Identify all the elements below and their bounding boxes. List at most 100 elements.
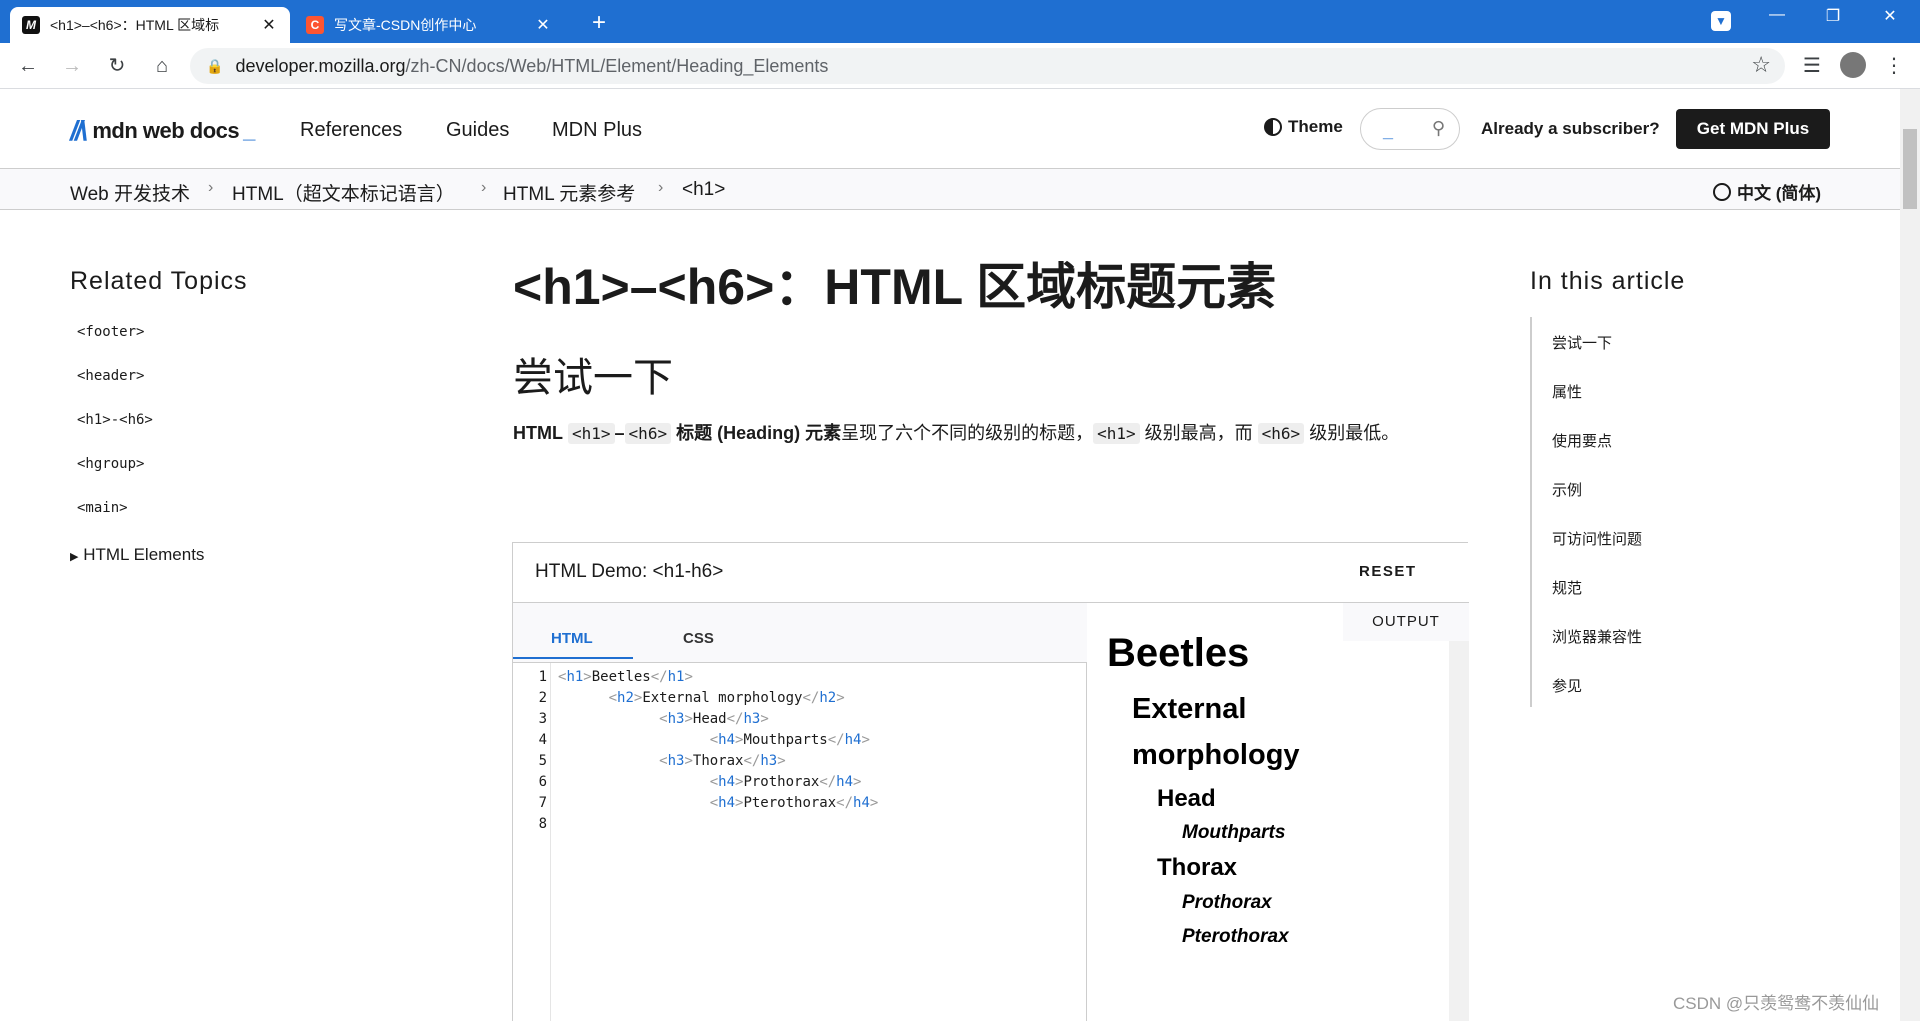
code-h1[interactable]: <h1> — [1093, 423, 1140, 444]
code-text: <h4>Prothorax</h4> — [709, 774, 862, 790]
profile-icon[interactable] — [1840, 52, 1866, 78]
search-icon: ⚲ — [1431, 118, 1445, 138]
code-h6[interactable]: <h6> — [1257, 423, 1305, 444]
close-tab-icon[interactable]: ✕ — [260, 15, 278, 35]
output-h1: Beetles — [1107, 631, 1250, 675]
breadcrumb-item[interactable]: HTML 元素参考 — [503, 179, 635, 206]
toc-item[interactable]: 浏览器兼容性 — [1552, 626, 1642, 647]
sidebar-item-hgroup[interactable]: <hgroup> — [77, 456, 144, 472]
interactive-demo: HTML Demo: <h1-h6> RESET HTML CSS 1 <h1>B… — [512, 542, 1469, 1021]
downloads-icon[interactable]: ▼ — [1711, 11, 1731, 31]
nav-references[interactable]: References — [300, 119, 402, 142]
toc-title: In this article — [1530, 267, 1686, 295]
tab-html[interactable]: HTML — [513, 630, 633, 659]
intro-text: 呈现了六个不同的级别的标题， — [841, 423, 1094, 443]
code-line[interactable]: 2 <h2>External morphology</h2> — [513, 688, 1087, 709]
sidebar-item-header[interactable]: <header> — [77, 368, 144, 384]
lock-icon: 🔒 — [206, 57, 224, 74]
watermark: CSDN @只羡鸳鸯不羡仙仙 — [1673, 994, 1880, 1013]
code-text: <h2>External morphology</h2> — [608, 690, 845, 706]
code-content[interactable]: 1 <h1>Beetles</h1> 2 <h2>External morpholo… — [513, 667, 1087, 835]
sidebar-item-footer[interactable]: <footer> — [77, 324, 144, 340]
breadcrumb-item[interactable]: HTML（超文本标记语言） — [232, 179, 455, 206]
mdn-logo[interactable]: //\ mdn web docs _ — [70, 115, 255, 147]
toc-item[interactable]: 使用要点 — [1552, 430, 1612, 451]
demo-title: HTML Demo: <h1-h6> — [535, 561, 724, 582]
sidebar-item-main[interactable]: <main> — [77, 500, 128, 516]
editor-tabs: HTML CSS — [513, 603, 1087, 663]
nav-guides[interactable]: Guides — [446, 119, 509, 142]
breadcrumb-item[interactable]: Web 开发技术 — [70, 179, 190, 206]
menu-icon[interactable]: ⋮ — [1880, 53, 1908, 78]
toc-item[interactable]: 属性 — [1552, 381, 1582, 402]
subscriber-link[interactable]: Already a subscriber? — [1481, 119, 1660, 139]
reading-list-icon[interactable]: ☰ — [1798, 53, 1826, 78]
page-scrollbar[interactable] — [1900, 89, 1920, 1021]
theme-button[interactable]: Theme — [1264, 117, 1343, 137]
output-h2: External — [1132, 693, 1247, 725]
intro-bold: HTML — [513, 423, 563, 443]
line-number: 3 — [538, 711, 547, 727]
language-switcher[interactable]: 中文 (简体) — [1713, 179, 1821, 204]
line-number: 2 — [538, 690, 547, 706]
breadcrumb-item[interactable]: <h1> — [682, 179, 725, 201]
new-tab-icon[interactable]: + — [584, 9, 614, 37]
code-line[interactable]: 3 <h3>Head</h3> — [513, 709, 1087, 730]
output-scrollbar[interactable] — [1449, 641, 1469, 1021]
tab-csdn[interactable]: C 写文章-CSDN创作中心 ✕ — [294, 7, 564, 43]
tab-css[interactable]: CSS — [683, 630, 714, 647]
line-number: 8 — [538, 816, 547, 832]
code-line[interactable]: 4 <h4>Mouthparts</h4> — [513, 730, 1087, 751]
toc-item[interactable]: 可访问性问题 — [1552, 528, 1642, 549]
line-number: 7 — [538, 795, 547, 811]
code-line[interactable]: 8 — [513, 814, 1087, 835]
intro-paragraph: HTML <h1> – <h6> 标题 (Heading) 元素呈现了六个不同的级别… — [513, 415, 1453, 452]
sidebar-title: Related Topics — [70, 267, 248, 295]
code-line[interactable]: 6 <h4>Prothorax</h4> — [513, 772, 1087, 793]
url-host: developer.mozilla.org — [235, 55, 406, 76]
forward-icon[interactable]: → — [58, 52, 86, 80]
search-input[interactable]: _ ⚲ — [1360, 108, 1460, 150]
code-h1[interactable]: <h1> — [568, 423, 615, 444]
code-text: <h1>Beetles</h1> — [558, 669, 693, 685]
intro-text: 级别最低。 — [1309, 423, 1400, 443]
nav-mdn-plus[interactable]: MDN Plus — [552, 119, 642, 142]
mdn-header: //\ mdn web docs _ References Guides MDN… — [0, 89, 1900, 169]
code-line[interactable]: 5 <h3>Thorax</h3> — [513, 751, 1087, 772]
sidebar-item-h1-h6[interactable]: <h1>-<h6> — [77, 412, 153, 428]
back-icon[interactable]: ← — [14, 52, 42, 80]
chevron-right-icon: › — [481, 179, 487, 196]
toc-item[interactable]: 规范 — [1552, 577, 1582, 598]
url-input[interactable]: 🔒 developer.mozilla.org/zh-CN/docs/Web/H… — [190, 48, 1785, 84]
output-h4: Pterothorax — [1182, 926, 1289, 947]
restore-icon[interactable]: ❐ — [1818, 6, 1848, 26]
code-editor[interactable]: HTML CSS 1 <h1>Beetles</h1> 2 <h2>External… — [513, 603, 1087, 1021]
code-line[interactable]: 1 <h1>Beetles</h1> — [513, 667, 1087, 688]
browser-tab-bar: M <h1>–<h6>：HTML 区域标 ✕ C 写文章-CSDN创作中心 ✕ … — [0, 0, 1920, 43]
intro-bold: 标题 (Heading) 元素 — [676, 423, 842, 443]
close-tab-icon[interactable]: ✕ — [534, 15, 552, 35]
reload-icon[interactable]: ↻ — [103, 52, 131, 80]
section-heading: 尝试一下 — [513, 355, 673, 401]
code-h6[interactable]: <h6> — [624, 423, 672, 444]
logo-text: mdn web docs — [92, 118, 240, 143]
reset-button[interactable]: RESET — [1359, 563, 1469, 580]
toc-item[interactable]: 尝试一下 — [1552, 332, 1612, 353]
home-icon[interactable]: ⌂ — [148, 52, 176, 80]
star-icon[interactable]: ☆ — [1751, 52, 1771, 78]
mdn-favicon-icon: M — [22, 16, 40, 34]
close-window-icon[interactable]: ✕ — [1875, 6, 1905, 26]
output-h2: morphology — [1132, 739, 1300, 771]
theme-label: Theme — [1288, 117, 1343, 136]
globe-icon — [1713, 182, 1731, 201]
get-mdn-plus-button[interactable]: Get MDN Plus — [1676, 109, 1830, 149]
sidebar-group-html-elements[interactable]: ▶ HTML Elements — [70, 545, 204, 565]
toc-item[interactable]: 参见 — [1552, 675, 1582, 696]
scrollbar-thumb[interactable] — [1903, 129, 1917, 209]
toc-item[interactable]: 示例 — [1552, 479, 1582, 500]
minimize-icon[interactable]: — — [1762, 6, 1792, 24]
code-text: <h3>Thorax</h3> — [659, 753, 786, 769]
code-line[interactable]: 7 <h4>Pterothorax</h4> — [513, 793, 1087, 814]
breadcrumb: Web 开发技术 › HTML（超文本标记语言） › HTML 元素参考 › <… — [0, 169, 1900, 210]
tab-mdn[interactable]: M <h1>–<h6>：HTML 区域标 ✕ — [10, 7, 290, 43]
